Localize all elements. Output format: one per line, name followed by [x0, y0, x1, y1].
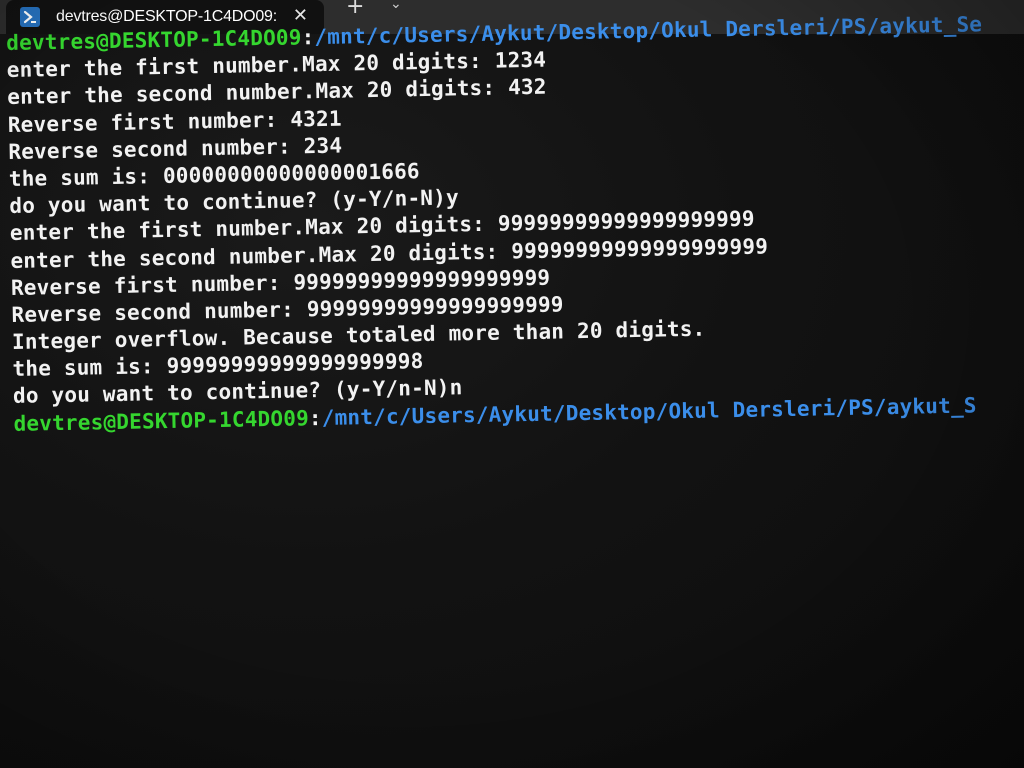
prompt-separator: :: [308, 405, 322, 430]
prompt-user: devtres@DESKTOP-1C4DO09: [13, 405, 310, 436]
terminal-output[interactable]: devtres@DESKTOP-1C4DO09:/mnt/c/Users/Ayk…: [6, 10, 1024, 438]
close-icon[interactable]: ✕: [293, 6, 308, 26]
terminal-window: devtres@DESKTOP-1C4DO09: ✕ + ⌄ devtres@D…: [0, 0, 1024, 768]
tab-title: devtres@DESKTOP-1C4DO09:: [56, 8, 278, 25]
powershell-icon: [20, 7, 40, 27]
new-tab-button[interactable]: +: [346, 0, 364, 18]
prompt-separator: :: [301, 25, 315, 50]
prompt-user: devtres@DESKTOP-1C4DO09: [6, 25, 302, 55]
chevron-down-icon[interactable]: ⌄: [390, 0, 402, 12]
